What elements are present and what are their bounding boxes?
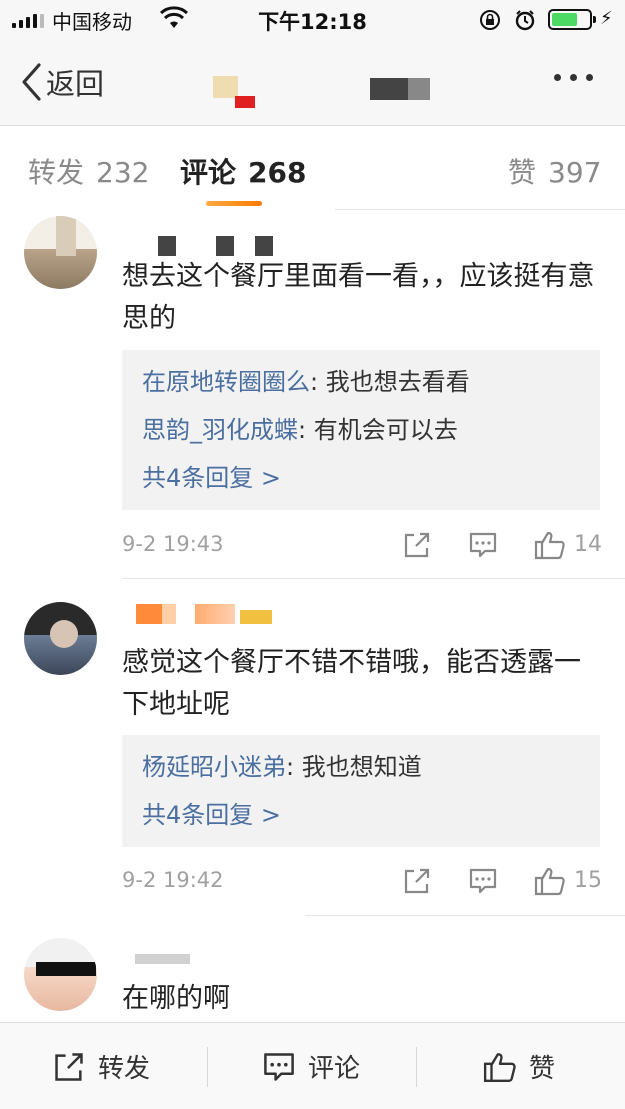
bottom-toolbar: 转发 评论 赞 bbox=[0, 1022, 625, 1109]
username-blur bbox=[136, 604, 162, 624]
reply-author[interactable]: 在原地转圈圈么 bbox=[142, 368, 310, 396]
username-blur bbox=[158, 236, 176, 256]
like-count: 15 bbox=[574, 868, 602, 893]
repost-label: 转发 bbox=[98, 1054, 151, 1084]
divider bbox=[207, 1047, 208, 1087]
more-replies-link[interactable]: 共4条回复 > bbox=[142, 791, 580, 839]
status-bar: 中国移动 下午12:18 ⚡ bbox=[0, 0, 625, 40]
repost-button[interactable]: 转发 bbox=[52, 1023, 150, 1109]
tab-comments[interactable]: 评论 268 bbox=[180, 151, 306, 191]
title-blur bbox=[213, 76, 238, 98]
reply-item: 在原地转圈圈么: 我也想去看看 bbox=[142, 358, 580, 406]
avatar[interactable] bbox=[24, 938, 97, 1011]
comment-text: 想去这个餐厅里面看一看，，应该挺有意思的 bbox=[122, 261, 595, 334]
username-blur bbox=[195, 604, 235, 624]
comment-label: 评论 bbox=[308, 1054, 361, 1084]
comment-text: 在哪的啊 bbox=[122, 983, 230, 1014]
comment-icon bbox=[264, 1052, 294, 1081]
avatar[interactable] bbox=[24, 602, 97, 675]
more-dots-icon[interactable] bbox=[554, 74, 593, 81]
comment-meta: 9-2 19:43 14 bbox=[122, 526, 602, 566]
reply-box[interactable]: 杨延昭小迷弟: 我也想知道 共4条回复 > bbox=[122, 735, 600, 847]
comment-icon[interactable] bbox=[468, 530, 498, 564]
tab-label: 评论 bbox=[180, 156, 237, 189]
chevron-left-icon bbox=[22, 63, 41, 101]
title-blur bbox=[235, 96, 255, 108]
vip-badge-icon bbox=[240, 610, 272, 624]
back-label: 返回 bbox=[46, 67, 105, 101]
thumbs-up-icon[interactable] bbox=[534, 530, 566, 564]
thumbs-up-icon[interactable] bbox=[534, 866, 566, 900]
username-blur bbox=[162, 604, 176, 624]
tab-label: 赞 bbox=[508, 156, 537, 189]
title-blur bbox=[370, 78, 430, 100]
alarm-icon bbox=[514, 9, 536, 35]
like-label: 赞 bbox=[529, 1054, 556, 1084]
tab-count: 397 bbox=[548, 156, 602, 189]
like-count: 14 bbox=[574, 532, 602, 557]
reply-text: : 我也想去看看 bbox=[310, 368, 470, 396]
active-tab-indicator bbox=[206, 201, 262, 206]
comment-button[interactable]: 评论 bbox=[262, 1023, 360, 1109]
comment-icon[interactable] bbox=[468, 866, 498, 900]
tab-label: 转发 bbox=[28, 156, 85, 189]
divider bbox=[335, 209, 625, 210]
tab-count: 232 bbox=[96, 156, 150, 189]
reply-item: 思韵_羽化成蝶: 有机会可以去 bbox=[142, 406, 580, 454]
tab-bar: 转发 232 评论 268 赞 397 bbox=[0, 127, 625, 211]
divider bbox=[122, 578, 625, 579]
share-icon[interactable] bbox=[402, 866, 432, 900]
reply-author[interactable]: 思韵_羽化成蝶 bbox=[142, 416, 298, 444]
rotation-lock-icon bbox=[479, 9, 501, 35]
nav-bar: 返回 bbox=[0, 40, 625, 126]
thumbs-up-icon bbox=[483, 1052, 516, 1082]
username-blur bbox=[216, 236, 234, 256]
share-icon[interactable] bbox=[402, 530, 432, 564]
divider bbox=[305, 915, 625, 916]
reply-author[interactable]: 杨延昭小迷弟 bbox=[142, 753, 286, 781]
tab-repost[interactable]: 转发 232 bbox=[28, 151, 149, 191]
comment-timestamp: 9-2 19:43 bbox=[122, 532, 224, 556]
username-blur bbox=[255, 236, 273, 256]
reply-text: : 有机会可以去 bbox=[298, 416, 458, 444]
battery-icon bbox=[548, 9, 596, 30]
like-button[interactable]: 赞 bbox=[483, 1023, 555, 1109]
reply-text: : 我也想知道 bbox=[286, 753, 422, 781]
tab-likes[interactable]: 赞 397 bbox=[508, 151, 601, 191]
reply-box[interactable]: 在原地转圈圈么: 我也想去看看 思韵_羽化成蝶: 有机会可以去 共4条回复 > bbox=[122, 350, 600, 510]
divider bbox=[416, 1047, 417, 1087]
comment-text: 感觉这个餐厅不错不错哦，能否透露一下地址呢 bbox=[122, 647, 581, 720]
tab-count: 268 bbox=[248, 156, 307, 189]
back-button[interactable]: 返回 bbox=[20, 60, 104, 104]
charging-icon: ⚡ bbox=[600, 8, 613, 29]
share-icon bbox=[55, 1052, 83, 1081]
more-replies-link[interactable]: 共4条回复 > bbox=[142, 454, 580, 502]
reply-item: 杨延昭小迷弟: 我也想知道 bbox=[142, 743, 580, 791]
comment-timestamp: 9-2 19:42 bbox=[122, 868, 224, 892]
username-blur bbox=[135, 954, 190, 964]
avatar[interactable] bbox=[24, 216, 97, 289]
comment-meta: 9-2 19:42 15 bbox=[122, 862, 602, 902]
battery-level bbox=[552, 13, 578, 26]
